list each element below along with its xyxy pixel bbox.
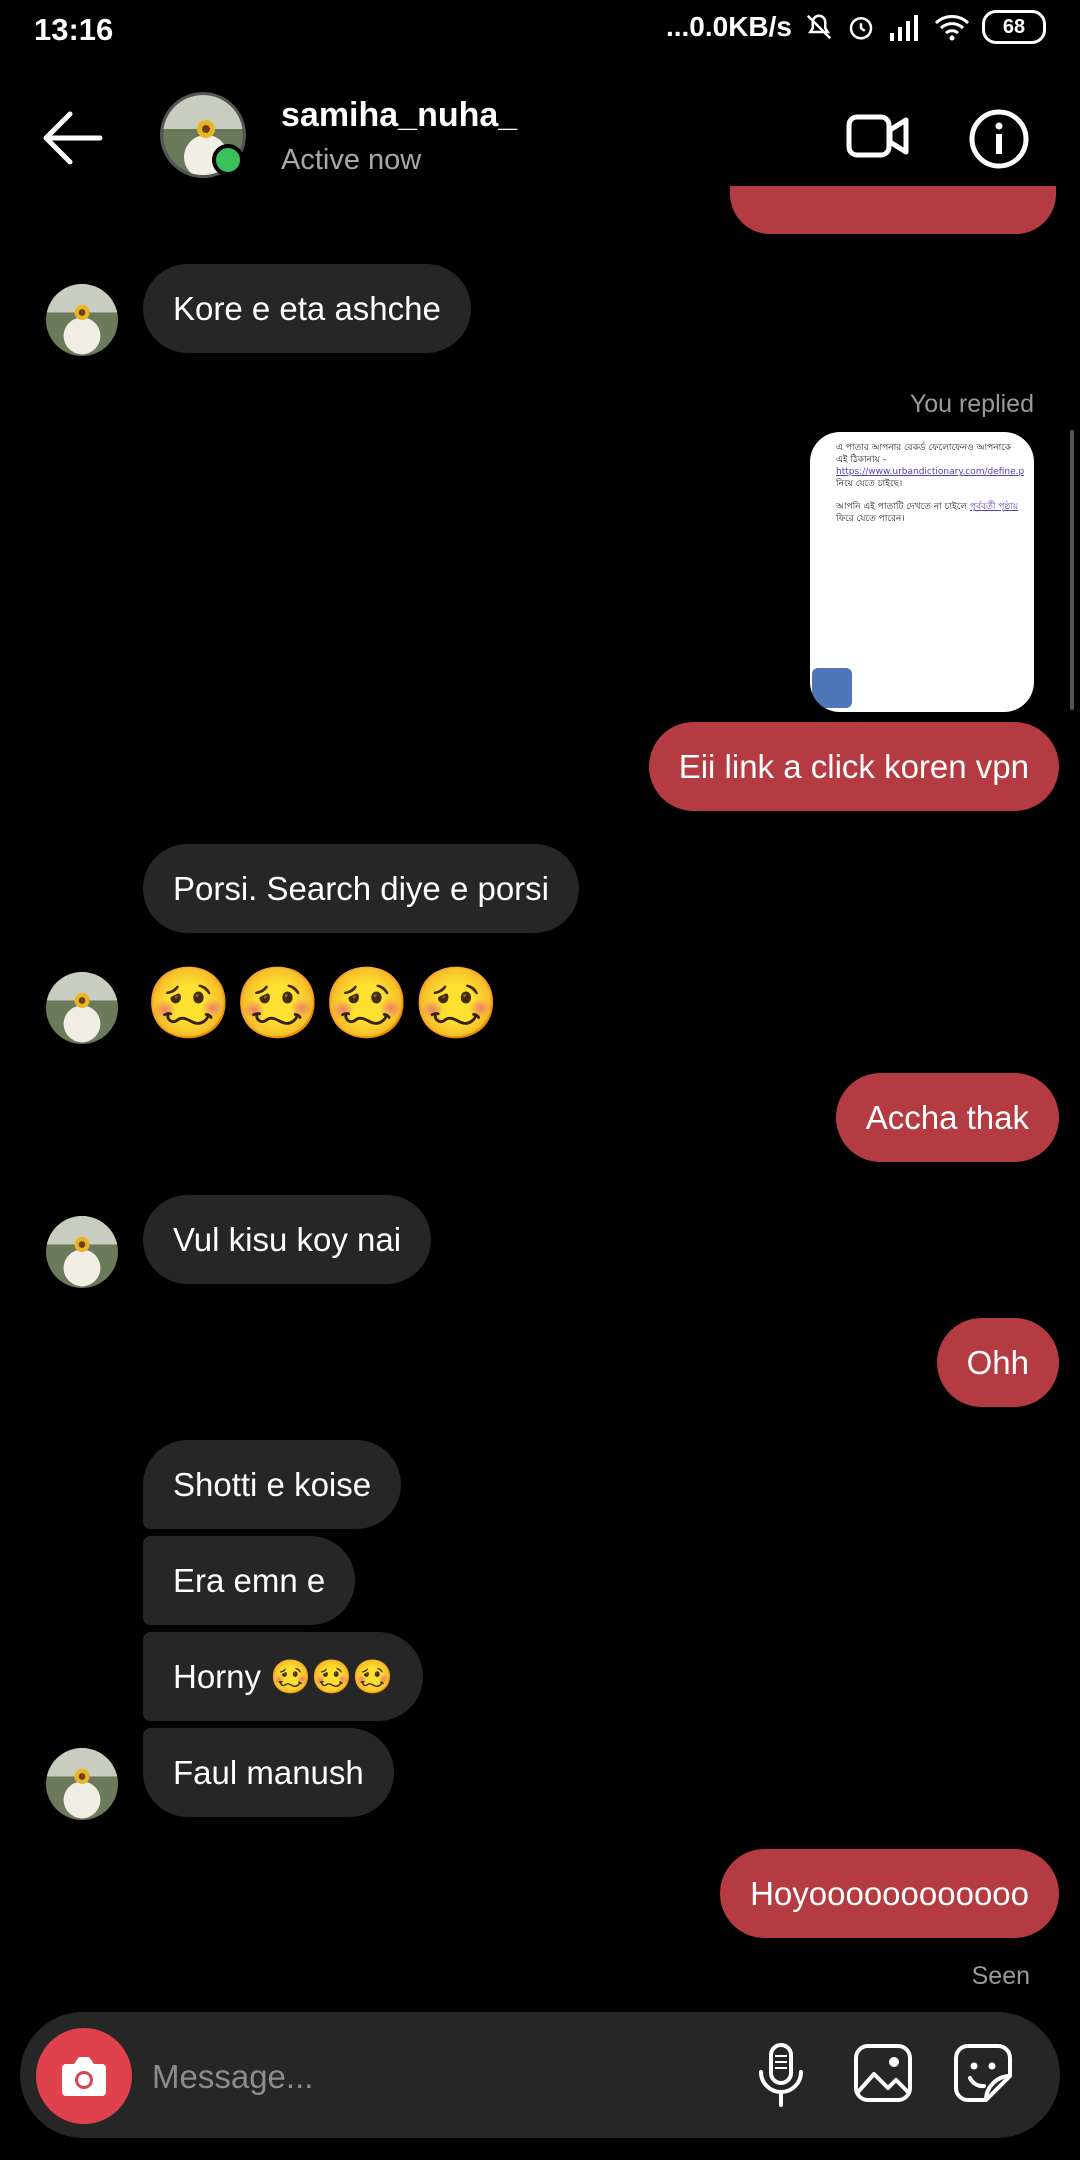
alarm-icon xyxy=(849,17,873,40)
sticker-icon[interactable] xyxy=(952,2042,1014,2104)
avatar[interactable] xyxy=(46,1748,118,1820)
info-icon[interactable] xyxy=(968,108,1030,170)
preview-text: আপনি এই পাতাটি দেখতে না চাইলে xyxy=(836,501,968,512)
preview-text: ফিরে যেতে পারেন। xyxy=(836,513,905,524)
avatar[interactable] xyxy=(46,1216,118,1288)
battery-icon: 68 xyxy=(982,10,1046,44)
online-indicator xyxy=(212,144,244,176)
camera-icon xyxy=(62,2057,106,2096)
status-icons: ...0.0KB/s 68 xyxy=(666,10,1046,44)
signal-icon xyxy=(890,15,918,41)
emoji-text: 🥴🥴🥴🥴 xyxy=(145,964,502,1042)
reply-preview[interactable]: এ পাতার আপনার রেকর্ড ফেলোফেনও আপনাকে এই … xyxy=(810,432,1034,712)
mute-icon xyxy=(806,14,832,40)
microphone-icon[interactable] xyxy=(756,2042,806,2108)
preview-link: পূর্ববর্তী পৃষ্ঠায় xyxy=(969,501,1019,512)
gallery-icon[interactable] xyxy=(852,2042,914,2104)
avatar-image xyxy=(46,284,118,356)
message-incoming[interactable]: Era emn e xyxy=(143,1536,356,1625)
message-incoming[interactable]: Shotti e koise xyxy=(143,1440,402,1529)
message-outgoing[interactable]: Eii link a click koren vpn xyxy=(648,722,1059,811)
seen-status: Seen xyxy=(971,1962,1030,1990)
preview-link: https://www.urbandictionary.com/define.p… xyxy=(836,467,1024,478)
avatar-image xyxy=(46,1748,118,1820)
message-incoming[interactable]: Horny 🥴🥴🥴 xyxy=(143,1632,424,1721)
outgoing-bubble-partial xyxy=(730,186,1056,234)
scrollbar[interactable] xyxy=(1070,430,1074,710)
message-outgoing[interactable]: Hoyoooooooooooo xyxy=(720,1849,1059,1938)
avatar[interactable] xyxy=(46,972,118,1044)
camera-button[interactable] xyxy=(36,2028,132,2124)
preview-text: নিয়ে যেতে চাইছে। xyxy=(836,479,903,490)
message-incoming[interactable]: Kore e eta ashche xyxy=(143,264,471,353)
message-outgoing[interactable]: Ohh xyxy=(936,1318,1059,1407)
avatar[interactable] xyxy=(46,284,118,356)
network-speed: ...0.0KB/s xyxy=(665,11,792,42)
preview-thumbnail xyxy=(812,668,852,708)
message-incoming[interactable]: Porsi. Search diye e porsi xyxy=(143,844,580,933)
emoji-message[interactable]: 🥴🥴🥴🥴 xyxy=(145,968,502,1038)
activity-status: Active now xyxy=(281,144,422,176)
avatar-image xyxy=(46,972,118,1044)
video-call-icon[interactable] xyxy=(846,108,910,164)
message-incoming[interactable]: Vul kisu koy nai xyxy=(143,1195,432,1284)
back-arrow-icon[interactable] xyxy=(40,108,104,168)
message-outgoing[interactable]: Accha thak xyxy=(835,1073,1059,1162)
message-incoming[interactable]: Faul manush xyxy=(143,1728,394,1817)
preview-text: এ পাতার আপনার রেকর্ড ফেলোফেনও আপনাকে এই … xyxy=(836,443,1012,466)
avatar-image xyxy=(46,1216,118,1288)
you-replied-label: You replied xyxy=(909,390,1034,418)
username[interactable]: samiha_nuha_ xyxy=(281,96,517,135)
status-time: 13:16 xyxy=(34,12,114,47)
wifi-icon xyxy=(934,15,970,41)
message-input[interactable] xyxy=(150,2044,714,2110)
